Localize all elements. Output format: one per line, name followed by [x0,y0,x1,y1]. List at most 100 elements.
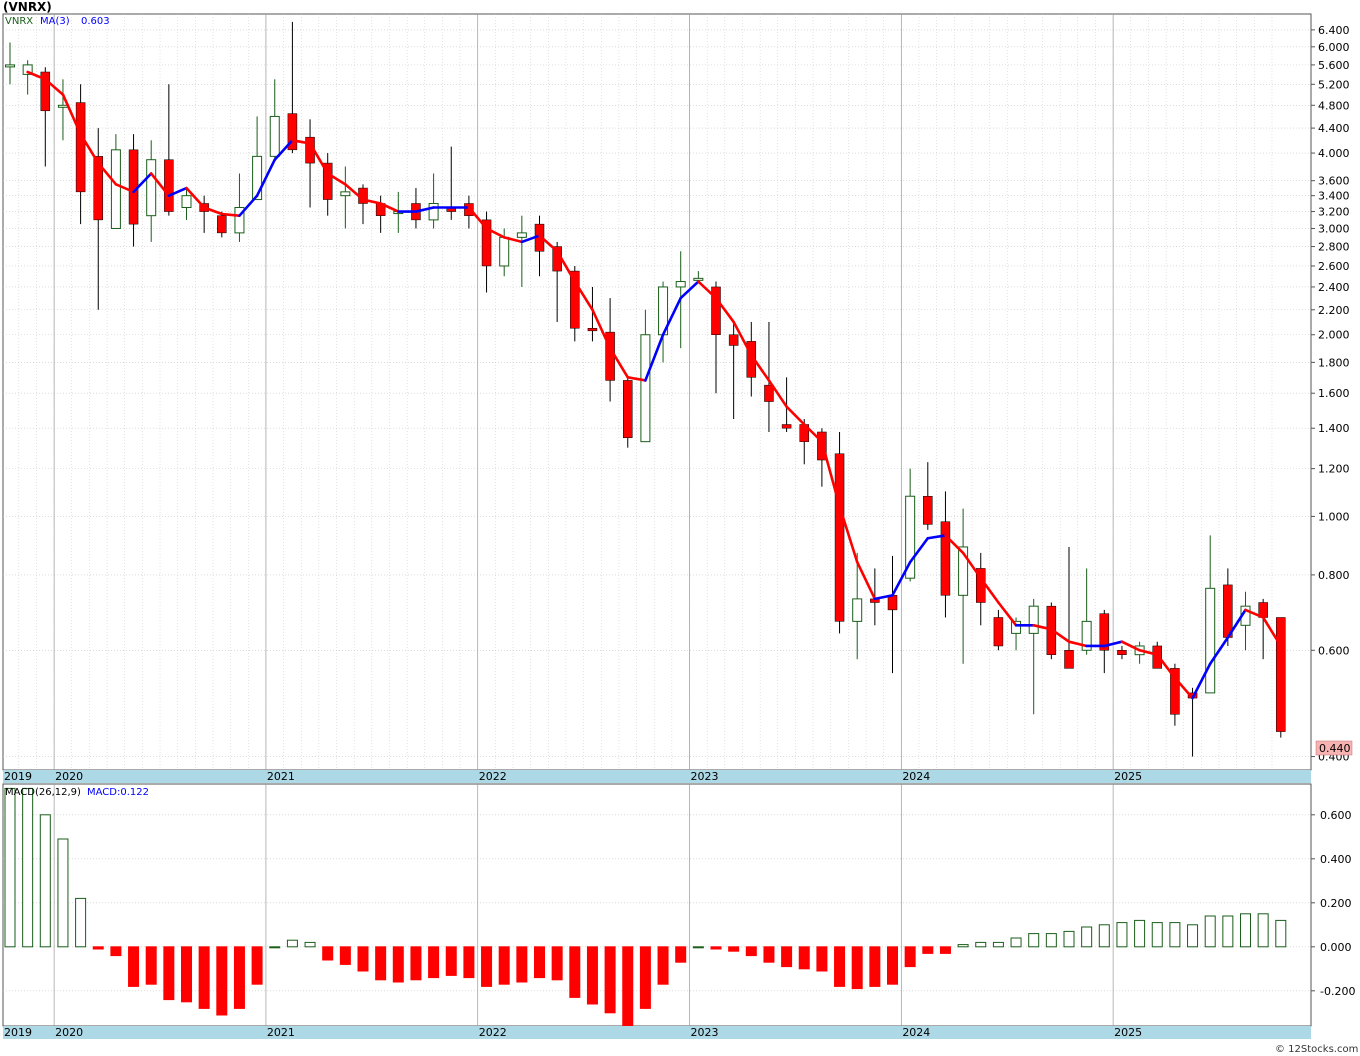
macd-bar [692,946,704,949]
macd-bar [39,814,51,948]
price-tick-label: 2.600 [1318,260,1350,273]
price-tick-label: 6.000 [1318,41,1350,54]
macd-bar [1204,915,1216,948]
macd-bar [992,941,1004,948]
macd-bar [1116,922,1128,948]
candle-body [1064,650,1074,669]
macd-bar [75,897,87,948]
macd-bar [498,946,510,985]
macd-tick-label: 0.200 [1320,897,1352,910]
candle-body [993,617,1004,647]
macd-bar [110,946,122,957]
chart-canvas: 6.400 6.000 5.600 5.200 4.800 4.400 4.000 3.600… [2,13,1358,1055]
macd-bar [1169,922,1181,948]
macd-bar [975,941,987,948]
candle-body [217,215,227,234]
candle-body [1028,605,1039,634]
price-tick-label: 1.400 [1318,422,1350,435]
candle-body [428,202,439,221]
macd-bar [657,946,669,985]
candle [1276,617,1286,738]
macd-x-tick-label: 2021 [267,1026,295,1039]
macd-bar [1098,924,1110,948]
macd-bar [1257,913,1269,948]
candle-body [693,277,704,281]
candle-body [146,159,157,217]
macd-bar [904,946,916,968]
macd-bar [269,946,281,949]
macd-bar [834,946,846,987]
candle-body [623,380,633,439]
candle-body [834,453,845,622]
macd-bar [233,946,245,1009]
x-tick-label: 2020 [55,770,83,783]
price-tick-label: 5.200 [1318,78,1350,91]
ma-segment [220,212,241,217]
macd-bar [1222,915,1234,948]
x-tick-label: 2022 [479,770,507,783]
candle-body [1117,650,1127,655]
candle-body [340,191,351,197]
macd-x-tick-label: 2025 [1114,1026,1142,1039]
candle-body [1276,617,1286,732]
price-tick-label: 3.600 [1318,175,1350,188]
macd-tick-label: 0.600 [1320,809,1352,822]
price-tick-label: 1.600 [1318,387,1350,400]
price-tick-label: 2.200 [1318,304,1350,317]
candle-body [1223,584,1233,638]
macd-bar [957,944,969,948]
macd-bar [463,946,475,979]
price-tick-label: 1.200 [1318,463,1350,476]
macd-x-tick-label: 2022 [479,1026,507,1039]
macd-bar [1240,913,1251,948]
macd-x-tick-label: 2019 [4,1026,32,1039]
macd-bar [728,946,740,952]
price-legend: VNRX MA(3) 0.603 [5,16,110,27]
macd-bar [1063,930,1075,948]
macd-tick-label: 0.400 [1320,853,1352,866]
macd-bar [357,946,369,972]
page-title: (VNRX) [3,0,52,14]
candle-body [499,236,510,267]
candle-body [75,102,86,193]
price-tick-label: 4.400 [1318,122,1350,135]
macd-bar [816,946,828,972]
price-panel-frame [2,13,1312,771]
macd-bar [851,946,863,990]
candle-body [587,328,598,332]
macd-legend-label: MACD(26,12,9) [5,787,81,798]
legend-ma-label: MA(3) [40,16,70,27]
last-price-label: 0.440 [1319,742,1351,755]
macd-bar [445,946,457,976]
macd-bar [534,946,545,979]
macd-bar [763,946,775,963]
x-tick-label: 2021 [267,770,295,783]
macd-bar [887,946,898,985]
price-tick-label: 4.000 [1318,147,1350,160]
macd-bar [198,946,210,1009]
macd-bar [375,946,387,981]
macd-bar [710,946,722,950]
macd-bar [639,946,651,1009]
candle-body [164,159,174,212]
price-tick-label: 1.000 [1318,510,1350,523]
candle-body [57,104,68,108]
macd-bar [1028,933,1040,948]
macd-bar [922,946,934,954]
price-y-axis: 6.400 6.000 5.600 5.200 4.800 4.400 4.000 3.600… [1311,24,1350,764]
price-tick-label: 1.800 [1318,356,1350,369]
macd-bar [410,946,422,981]
x-tick-label: 2023 [691,770,719,783]
candle-body [764,384,774,402]
macd-tick-label: 0.000 [1320,941,1352,954]
macd-legend-value: MACD:0.122 [87,787,149,798]
macd-bar [481,946,493,987]
candle-body [887,595,898,611]
macd-bar [745,946,757,957]
macd-bar [586,946,598,1005]
macd-bar [181,946,192,1003]
macd-bar [4,787,16,948]
macd-x-tick-label: 2020 [55,1026,83,1039]
macd-bar [392,946,404,983]
candle [623,377,633,448]
